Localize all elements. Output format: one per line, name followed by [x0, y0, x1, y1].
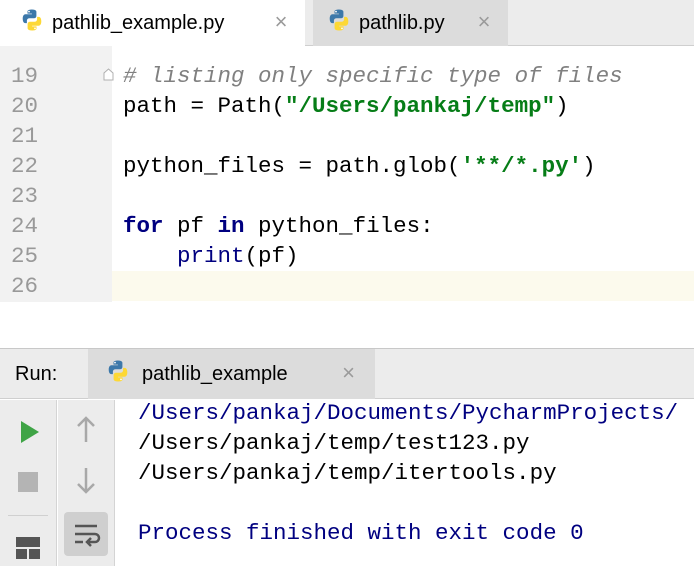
builtin-token: print: [177, 243, 245, 269]
python-file-icon: [327, 8, 351, 38]
keyword-token: in: [217, 213, 245, 239]
up-arrow-icon[interactable]: [66, 410, 106, 450]
tab-pathlib-example[interactable]: pathlib_example.py ×: [0, 0, 305, 46]
stop-icon[interactable]: [8, 462, 48, 502]
console-line: /Users/pankaj/Documents/PycharmProjects/: [138, 400, 679, 426]
code-token: ): [582, 153, 596, 179]
tab-pathlib[interactable]: pathlib.py ×: [313, 0, 508, 46]
tab-label: pathlib_example.py: [52, 11, 225, 34]
exit-message: Process finished with exit code 0: [138, 520, 584, 546]
tab-label: pathlib.py: [359, 11, 445, 34]
code-line[interactable]: 22 python_files = path.glob('**/*.py'): [0, 151, 694, 181]
code-line[interactable]: 26: [0, 271, 694, 301]
line-number: 24: [10, 213, 38, 239]
code-text: for pf in python_files:: [123, 211, 434, 241]
run-toolbar: [0, 400, 57, 566]
close-icon[interactable]: ×: [271, 11, 291, 33]
code-line[interactable]: 21: [0, 121, 694, 151]
line-number: 19: [10, 63, 38, 89]
console-line: /Users/pankaj/temp/test123.py: [138, 430, 530, 456]
keyword-token: for: [123, 213, 164, 239]
code-line[interactable]: 23: [0, 181, 694, 211]
run-panel-header: Run: pathlib_example ×: [0, 349, 694, 399]
string-token: '**/*.py': [460, 153, 583, 179]
code-token: ): [555, 93, 569, 119]
line-number: 22: [10, 153, 38, 179]
comment-token: # listing only specific type of files: [123, 63, 623, 89]
code-line[interactable]: 20 path = Path("/Users/pankaj/temp"): [0, 91, 694, 121]
console-line: /Users/pankaj/temp/itertools.py: [138, 460, 557, 486]
editor-tab-bar: pathlib_example.py × pathlib.py ×: [0, 0, 694, 46]
code-token: python_files = path.glob(: [123, 153, 461, 179]
line-number: 26: [10, 273, 38, 299]
toolbar-divider: [8, 515, 48, 516]
python-file-icon: [20, 8, 44, 38]
close-icon[interactable]: ×: [342, 362, 355, 384]
run-icon[interactable]: [9, 412, 49, 452]
code-token: python_files:: [244, 213, 434, 239]
console-output[interactable]: /Users/pankaj/Documents/PycharmProjects/…: [116, 400, 694, 566]
close-icon[interactable]: ×: [474, 11, 494, 33]
layout-icon[interactable]: [8, 528, 48, 568]
string-token: "/Users/pankaj/temp": [285, 93, 556, 119]
code-token: (pf): [244, 243, 299, 269]
soft-wrap-icon[interactable]: [64, 512, 108, 556]
run-tab-pathlib-example[interactable]: pathlib_example ×: [88, 349, 375, 399]
line-number: 25: [10, 243, 38, 269]
line-number: 23: [10, 183, 38, 209]
code-text: path = Path("/Users/pankaj/temp"): [123, 91, 569, 121]
code-editor[interactable]: 19 # listing only specific type of files 2…: [0, 46, 694, 302]
code-line[interactable]: 25 print(pf): [0, 241, 694, 271]
code-token: path = Path(: [123, 93, 286, 119]
python-icon: [106, 359, 130, 389]
down-arrow-icon[interactable]: [66, 460, 106, 500]
code-text: # listing only specific type of files: [123, 61, 623, 91]
line-number: 20: [10, 93, 38, 119]
code-text: python_files = path.glob('**/*.py'): [123, 151, 596, 181]
code-token: pf: [163, 213, 218, 239]
run-tab-label: pathlib_example: [142, 362, 288, 385]
fold-marker-icon[interactable]: [103, 68, 114, 81]
console-toolbar: [58, 400, 115, 566]
run-label: Run:: [15, 363, 58, 385]
line-number: 21: [10, 123, 38, 149]
code-text: print(pf): [123, 241, 299, 271]
code-line[interactable]: 24 for pf in python_files:: [0, 211, 694, 241]
